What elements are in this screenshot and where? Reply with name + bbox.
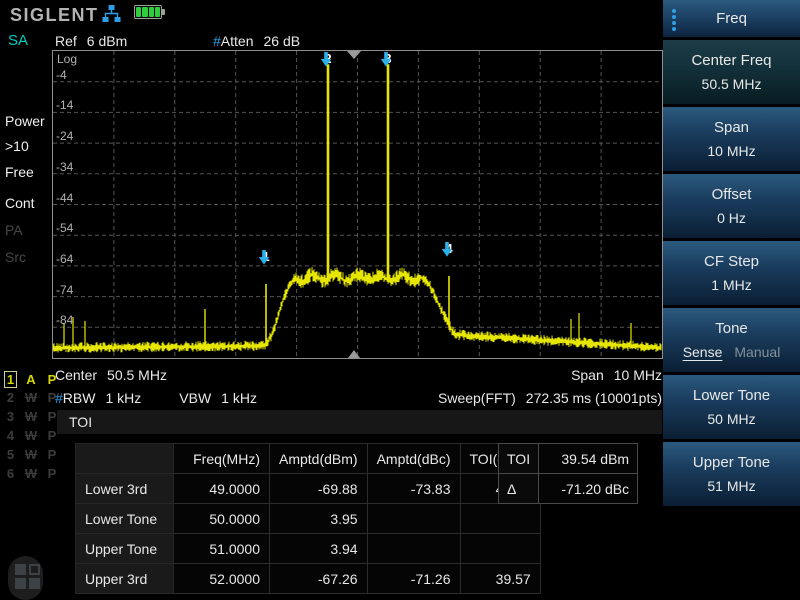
toi-panel-title: TOI <box>57 410 662 434</box>
delta-result-row: Δ -71.20 dBc <box>499 474 638 504</box>
span-readout[interactable]: Span10 MHz <box>571 367 662 383</box>
menu-title: Freq <box>716 10 747 27</box>
trace-row-2[interactable]: 2WP <box>4 390 59 409</box>
atten-value: 26 dB <box>264 33 301 49</box>
center-freq-readout[interactable]: Center50.5 MHz <box>55 367 167 383</box>
softkey-label: Lower Tone <box>693 387 770 404</box>
marker-1[interactable]: 1 <box>258 250 274 263</box>
tone-option-manual[interactable]: Manual <box>734 344 780 360</box>
menu-header[interactable]: Freq <box>663 0 800 40</box>
table-row: Lower 3rd 49.0000 -69.88 -73.83 40.87 <box>76 474 541 504</box>
softkey-cf-step[interactable]: CF Step 1 MHz <box>663 241 800 308</box>
bw-annotation-row: #RBW1 kHzVBW1 kHz Sweep(FFT)272.35 ms (1… <box>55 390 662 406</box>
trace-row-5[interactable]: 5WP <box>4 447 59 466</box>
sidebar-item-src[interactable]: Src <box>5 249 26 265</box>
y-axis-tick: -74 <box>56 283 73 297</box>
sidebar-item-cont[interactable]: Cont <box>5 195 35 211</box>
table-row: Upper Tone 51.0000 3.94 <box>76 534 541 564</box>
ref-label: Ref <box>55 33 77 49</box>
softkey-label: Offset <box>712 186 752 203</box>
battery-icon <box>134 5 162 19</box>
spectrum-trace <box>53 51 662 358</box>
softkey-lower-tone[interactable]: Lower Tone 50 MHz <box>663 375 800 442</box>
ref-value: 6 dBm <box>87 33 127 49</box>
y-axis-tick: -24 <box>56 129 73 143</box>
marker-arrow-icon <box>258 250 270 265</box>
atten-hash: # <box>213 33 221 49</box>
toi-header-row: Freq(MHz) Amptd(dBm) Amptd(dBc) TOI(dBm) <box>76 444 541 474</box>
toi-result-row: TOI 39.54 dBm <box>499 444 638 474</box>
y-axis-tick: -4 <box>56 68 67 82</box>
trace-row-4[interactable]: 4WP <box>4 428 59 447</box>
marker-3[interactable]: 3 <box>380 52 396 65</box>
softkey-value: 51 MHz <box>707 478 755 494</box>
softkey-upper-tone[interactable]: Upper Tone 51 MHz <box>663 442 800 509</box>
spectrum-display: Log -4 -14 -24 -34 -44 -54 -64 -74 -84 1 2 3 4 <box>52 50 663 359</box>
grid-icon <box>15 564 40 589</box>
softkey-value: 0 Hz <box>717 210 746 226</box>
analyzer-screen: SIGLENT SA Ref 6 dBm #Atten 26 dB Power >1… <box>0 0 800 600</box>
atten-label: Atten <box>221 33 254 49</box>
table-row: Lower Tone 50.0000 3.95 <box>76 504 541 534</box>
y-axis-tick: -54 <box>56 221 73 235</box>
softkey-label: Span <box>714 119 749 136</box>
softkey-label: CF Step <box>704 253 759 270</box>
softkey-span[interactable]: Span 10 MHz <box>663 107 800 174</box>
softkey-label: Center Freq <box>691 52 771 69</box>
softkey-center-freq[interactable]: Center Freq 50.5 MHz <box>663 40 800 107</box>
trace-row-1[interactable]: 1AP <box>4 371 59 390</box>
sidebar-item-gt10[interactable]: >10 <box>5 138 29 154</box>
display-layout-button[interactable] <box>8 556 43 600</box>
y-axis-tick: -44 <box>56 191 73 205</box>
tone-option-sense[interactable]: Sense <box>683 344 723 360</box>
marker-2[interactable]: 2 <box>320 52 336 65</box>
ref-level-readout[interactable]: Ref 6 dBm <box>55 33 127 49</box>
marker-arrow-icon <box>380 52 392 67</box>
sidebar-item-power[interactable]: Power <box>5 113 45 129</box>
marker-4[interactable]: 4 <box>441 242 457 255</box>
freq-annotation-row: Center50.5 MHz Span10 MHz <box>55 367 662 383</box>
softkey-offset[interactable]: Offset 0 Hz <box>663 174 800 241</box>
atten-readout[interactable]: #Atten 26 dB <box>213 33 300 49</box>
scale-type-label: Log <box>57 52 77 66</box>
mode-indicator[interactable]: SA <box>8 32 28 49</box>
trace-row-6[interactable]: 6WP <box>4 466 59 485</box>
marker-arrow-icon <box>441 242 453 257</box>
softkey-value: 50 MHz <box>707 411 755 427</box>
softkey-value: 50.5 MHz <box>702 76 762 92</box>
trace-row-3[interactable]: 3WP <box>4 409 59 428</box>
sweep-readout: Sweep(FFT)272.35 ms (10001pts) <box>438 390 662 406</box>
lan-icon <box>102 5 121 23</box>
softkey-tone[interactable]: Tone Sense Manual <box>663 308 800 375</box>
y-axis-tick: -84 <box>56 313 73 327</box>
softkey-menu: Freq Center Freq 50.5 MHz Span 10 MHz Of… <box>663 0 800 600</box>
marker-arrow-icon <box>320 52 332 67</box>
table-row: Upper 3rd 52.0000 -67.26 -71.26 39.57 <box>76 564 541 594</box>
toi-summary-table: TOI 39.54 dBm Δ -71.20 dBc <box>498 443 638 504</box>
softkey-value: 10 MHz <box>707 143 755 159</box>
softkey-value: 1 MHz <box>711 277 751 293</box>
toi-table: Freq(MHz) Amptd(dBm) Amptd(dBc) TOI(dBm)… <box>75 443 541 594</box>
y-axis-tick: -64 <box>56 252 73 266</box>
sidebar-item-free[interactable]: Free <box>5 164 34 180</box>
softkey-label: Upper Tone <box>693 454 770 471</box>
siglent-logo: SIGLENT <box>10 5 99 26</box>
y-axis-tick: -14 <box>56 98 73 112</box>
y-axis-tick: -34 <box>56 160 73 174</box>
softkey-label: Tone <box>715 320 748 337</box>
sidebar-item-pa[interactable]: PA <box>5 222 23 238</box>
rbw-vbw-readout[interactable]: #RBW1 kHzVBW1 kHz <box>55 390 257 406</box>
menu-dots-icon <box>672 9 676 31</box>
